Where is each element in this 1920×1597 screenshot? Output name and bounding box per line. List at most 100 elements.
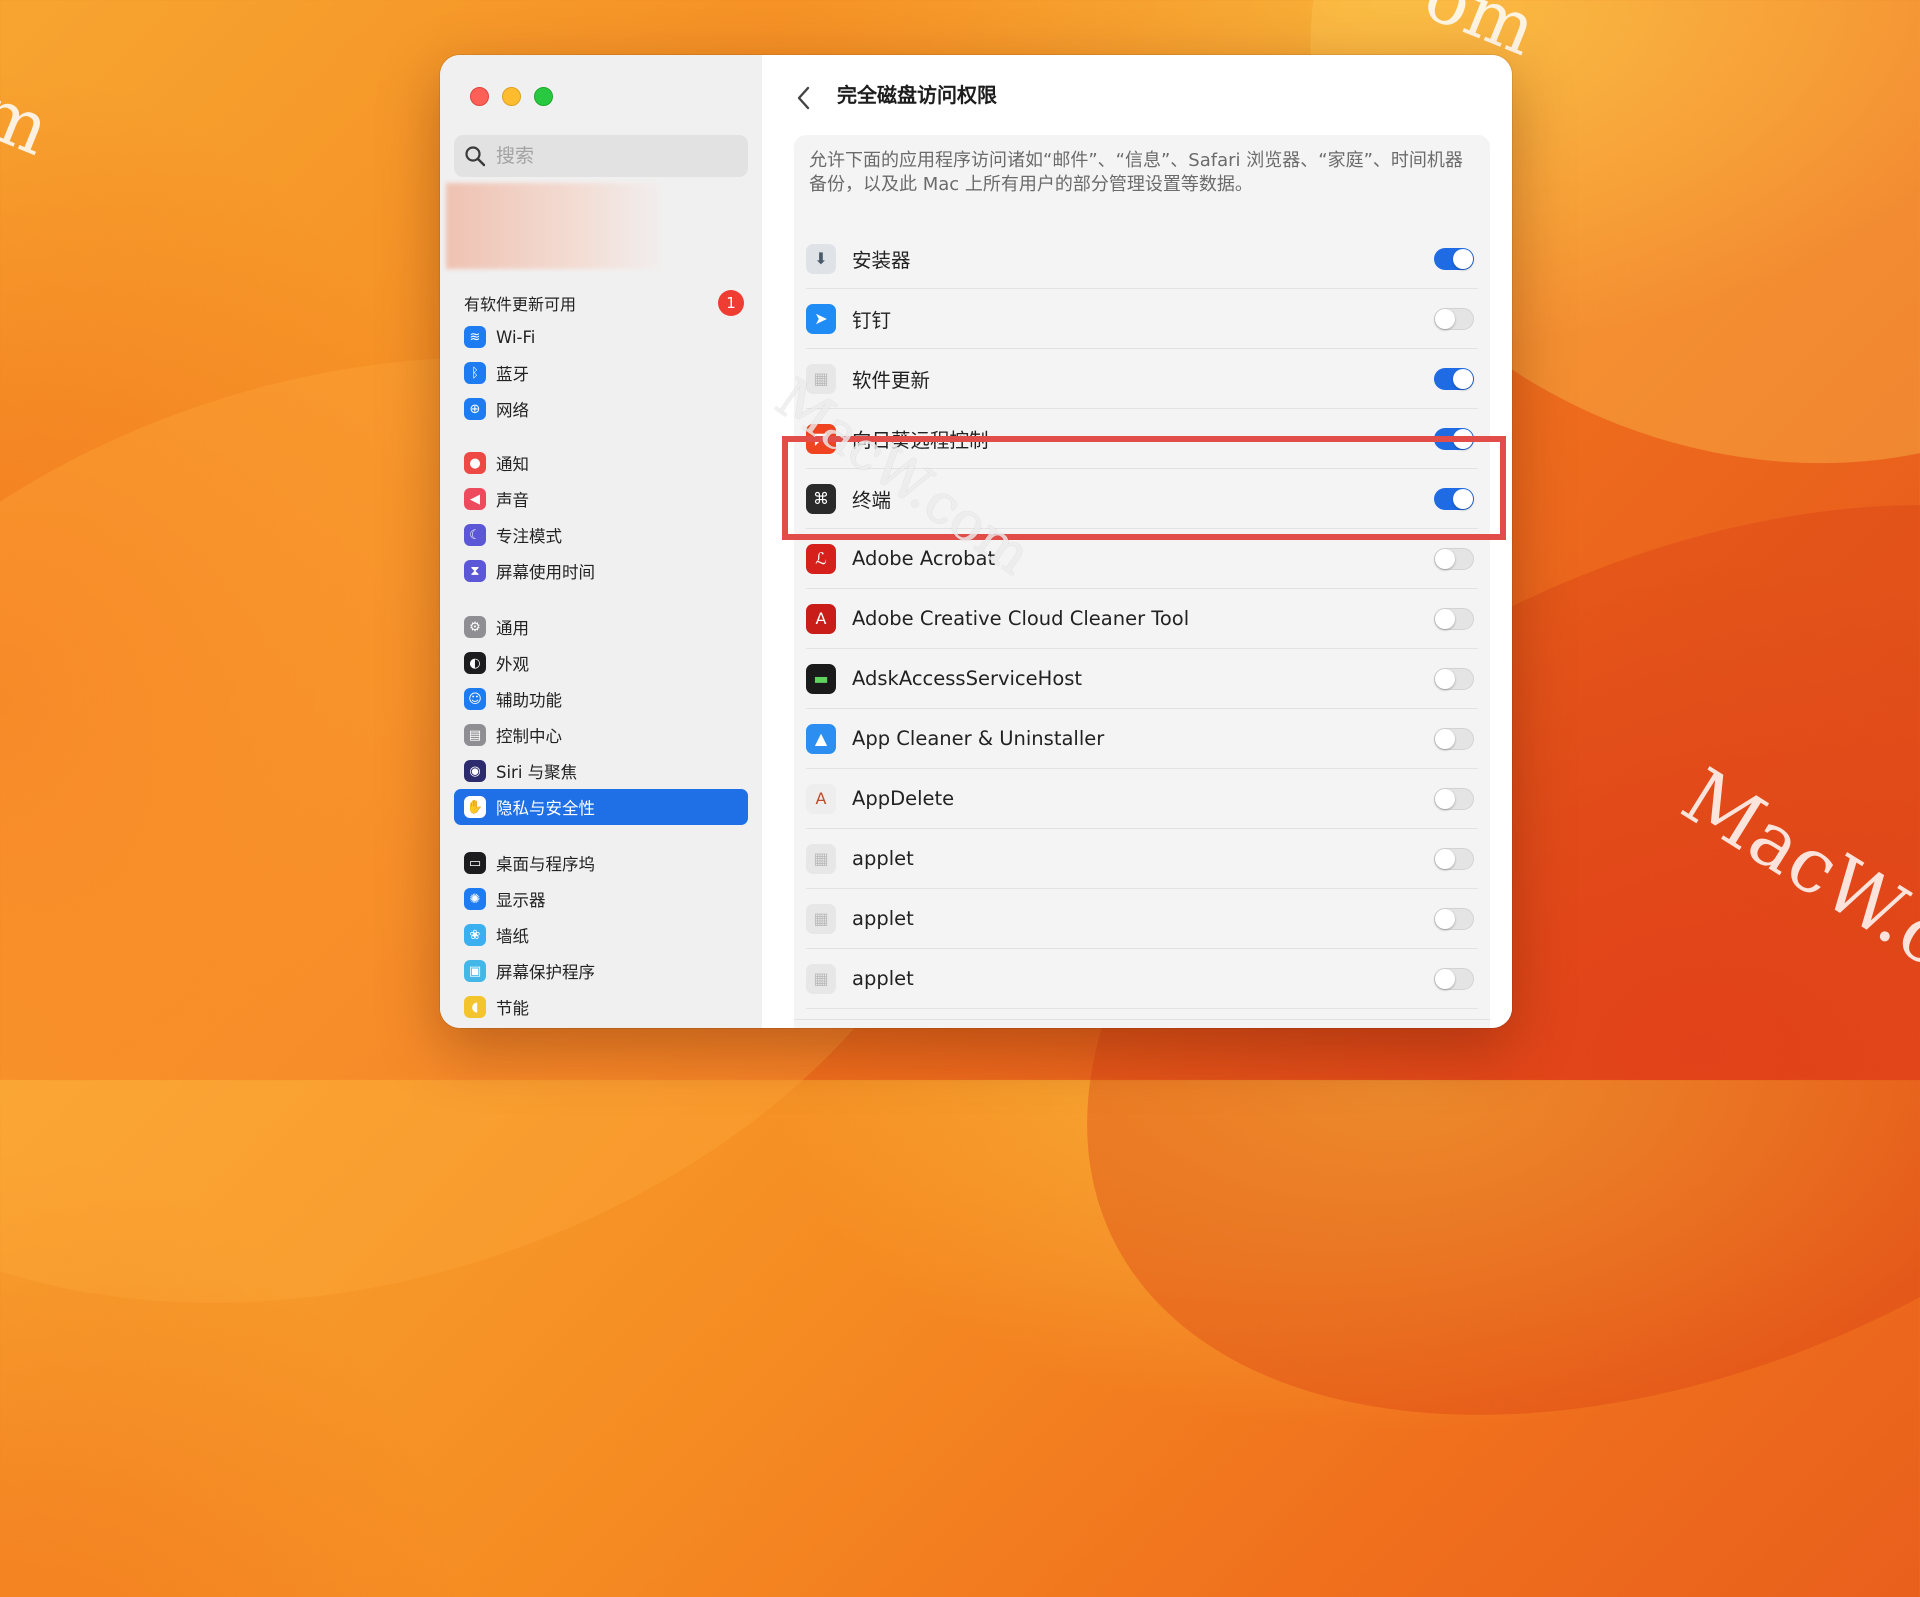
sidebar-item-bell[interactable]: ● 通知 <box>454 445 748 481</box>
sidebar-item-dock[interactable]: ▭ 桌面与程序坞 <box>454 845 748 881</box>
search-field[interactable] <box>454 135 748 177</box>
toggle-knob <box>1453 248 1473 269</box>
software-update-label: 有软件更新可用 <box>464 295 577 314</box>
toggle-knob <box>1435 668 1455 689</box>
sidebar-item-label: 声音 <box>496 491 529 510</box>
adobe-cleaner-icon: A <box>806 603 836 634</box>
full-disk-access-group: 允许下面的应用程序访问诸如“邮件”、“信息”、Safari 浏览器、“家庭”、时… <box>794 135 1490 1028</box>
search-input[interactable] <box>494 144 738 168</box>
sidebar-item-bluetooth[interactable]: ᛒ 蓝牙 <box>454 355 748 391</box>
sidebar-item-label: 专注模式 <box>496 527 562 546</box>
access-toggle[interactable] <box>1434 847 1474 870</box>
add-app-button[interactable]: + <box>806 1025 842 1028</box>
app-row: ➤ 钉钉 <box>806 289 1478 349</box>
sidebar-item-label: 节能 <box>496 999 529 1018</box>
sidebar-item-appearance[interactable]: ◐ 外观 <box>454 645 748 681</box>
sidebar-item-moon[interactable]: ☾ 专注模式 <box>454 517 748 553</box>
gear-icon: ⚙ <box>464 616 486 638</box>
close-button[interactable] <box>470 87 489 106</box>
bluetooth-icon: ᛒ <box>464 362 486 384</box>
adsk-icon: ▬ <box>806 663 836 694</box>
sidebar-item-hand[interactable]: ✋ 隐私与安全性 <box>454 789 748 825</box>
software-update-notice[interactable]: 有软件更新可用 1 <box>464 288 744 318</box>
sidebar-item-battery[interactable]: ◖ 节能 <box>454 989 748 1025</box>
access-toggle[interactable] <box>1434 367 1474 390</box>
app-name: 向日葵远程控制 <box>852 429 989 452</box>
app-row: ▦ applet <box>806 949 1478 1009</box>
sidebar-item-gear[interactable]: ⚙ 通用 <box>454 609 748 645</box>
sidebar-item-control-center[interactable]: ▤ 控制中心 <box>454 717 748 753</box>
app-row: ▦ applet <box>806 889 1478 949</box>
access-toggle[interactable] <box>1434 547 1474 570</box>
moon-icon: ☾ <box>464 524 486 546</box>
bell-icon: ● <box>464 452 486 474</box>
sidebar-item-screensaver[interactable]: ▣ 屏幕保护程序 <box>454 953 748 989</box>
battery-icon: ◖ <box>464 996 486 1018</box>
wifi-icon: ≋ <box>464 326 486 348</box>
terminal-icon: ⌘ <box>806 483 836 514</box>
sidebar-item-label: 隐私与安全性 <box>496 799 595 818</box>
sidebar-item-label: 通用 <box>496 619 529 638</box>
accessibility-icon: ☺ <box>464 688 486 710</box>
sidebar-item-label: Wi-Fi <box>496 327 536 347</box>
toggle-knob <box>1435 728 1455 749</box>
app-name: applet <box>852 907 914 930</box>
sidebar-item-siri[interactable]: ◉ Siri 与聚焦 <box>454 753 748 789</box>
app-row: A Adobe Creative Cloud Cleaner Tool <box>806 589 1478 649</box>
dock-icon: ▭ <box>464 852 486 874</box>
access-toggle[interactable] <box>1434 487 1474 510</box>
zoom-button[interactable] <box>534 87 553 106</box>
access-toggle[interactable] <box>1434 307 1474 330</box>
sidebar-item-label: 屏幕使用时间 <box>496 563 595 582</box>
main-content: 完全磁盘访问权限 允许下面的应用程序访问诸如“邮件”、“信息”、Safari 浏… <box>762 55 1512 1028</box>
sidebar-item-wifi[interactable]: ≋ Wi-Fi <box>454 319 748 355</box>
access-toggle[interactable] <box>1434 247 1474 270</box>
sidebar-item-accessibility[interactable]: ☺ 辅助功能 <box>454 681 748 717</box>
app-name: 软件更新 <box>852 369 931 392</box>
minimize-button[interactable] <box>502 87 521 106</box>
app-name: AppDelete <box>852 787 955 810</box>
sidebar-item-display[interactable]: ✺ 显示器 <box>454 881 748 917</box>
sidebar-item-wallpaper[interactable]: ❀ 墙纸 <box>454 917 748 953</box>
hourglass-icon: ⧗ <box>464 560 486 582</box>
sidebar-item-label: 墙纸 <box>496 927 529 946</box>
app-name: App Cleaner & Uninstaller <box>852 727 1105 750</box>
appearance-icon: ◐ <box>464 652 486 674</box>
access-toggle[interactable] <box>1434 907 1474 930</box>
account-avatar-area[interactable] <box>446 183 662 269</box>
toggle-knob <box>1435 608 1455 629</box>
sidebar-item-label: 辅助功能 <box>496 691 562 710</box>
sidebar-item-speaker[interactable]: ◀ 声音 <box>454 481 748 517</box>
access-toggle[interactable] <box>1434 427 1474 450</box>
back-chevron-icon[interactable] <box>792 83 816 113</box>
page-title: 完全磁盘访问权限 <box>837 83 997 107</box>
applet-icon: ▦ <box>806 843 836 874</box>
control-center-icon: ▤ <box>464 724 486 746</box>
list-footer: + − <box>794 1019 1490 1028</box>
app-name: applet <box>852 967 914 990</box>
access-toggle[interactable] <box>1434 787 1474 810</box>
remove-app-button[interactable]: − <box>843 1025 879 1028</box>
access-toggle[interactable] <box>1434 667 1474 690</box>
sidebar-item-label: Siri 与聚焦 <box>496 763 578 782</box>
dingtalk-icon: ➤ <box>806 303 836 334</box>
sidebar-item-hourglass[interactable]: ⧗ 屏幕使用时间 <box>454 553 748 589</box>
app-name: AdskAccessServiceHost <box>852 667 1083 690</box>
screensaver-icon: ▣ <box>464 960 486 982</box>
applet-icon: ▦ <box>806 963 836 994</box>
toggle-knob <box>1435 548 1455 569</box>
access-toggle[interactable] <box>1434 967 1474 990</box>
sidebar-item-label: 外观 <box>496 655 529 674</box>
app-row: ▲ App Cleaner & Uninstaller <box>806 709 1478 769</box>
display-icon: ✺ <box>464 888 486 910</box>
access-toggle[interactable] <box>1434 607 1474 630</box>
app-row: ▦ 软件更新 <box>806 349 1478 409</box>
app-name: applet <box>852 847 914 870</box>
sidebar-item-label: 桌面与程序坞 <box>496 855 595 874</box>
search-icon <box>465 146 486 167</box>
speaker-icon: ◀ <box>464 488 486 510</box>
sidebar: 有软件更新可用 1 ≋ Wi-Fi ᛒ 蓝牙 ⊕ 网络 ● 通知 ◀ 声音 ☾ 专注模式 ⧗ 屏幕使用时间… <box>440 55 763 1028</box>
app-row: ℒ Adobe Acrobat <box>806 529 1478 589</box>
access-toggle[interactable] <box>1434 727 1474 750</box>
sidebar-item-globe[interactable]: ⊕ 网络 <box>454 391 748 427</box>
